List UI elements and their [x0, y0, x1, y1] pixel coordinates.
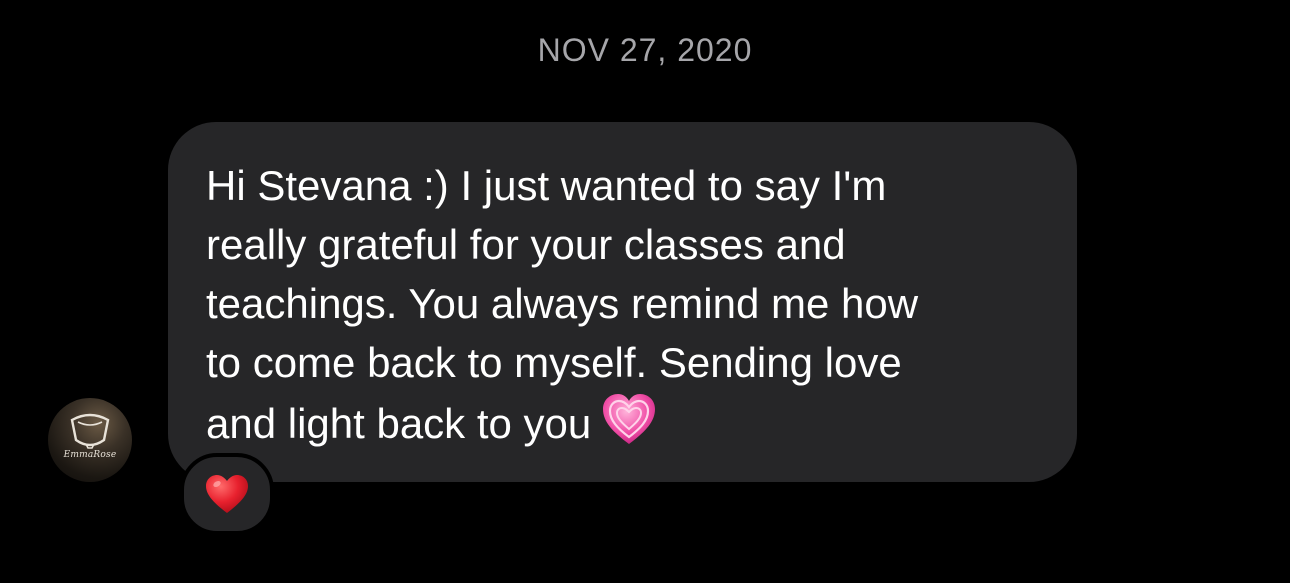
avatar-logo-text: EmmaRose — [63, 450, 117, 460]
sender-avatar[interactable]: EmmaRose — [48, 398, 132, 482]
red-heart-emoji — [206, 475, 248, 513]
growing-heart-emoji — [603, 394, 656, 444]
message-text: Hi Stevana :) I just wanted to say I'm r… — [206, 156, 1039, 453]
reaction-badge[interactable] — [180, 453, 274, 535]
message-body: Hi Stevana :) I just wanted to say I'm r… — [206, 162, 919, 447]
cup-logo-icon — [70, 413, 110, 449]
message-bubble[interactable]: Hi Stevana :) I just wanted to say I'm r… — [168, 122, 1077, 482]
date-separator: NOV 27, 2020 — [537, 32, 753, 68]
chat-screen: NOV 27, 2020 EmmaRose Hi Stevana :) I ju… — [0, 0, 1290, 583]
